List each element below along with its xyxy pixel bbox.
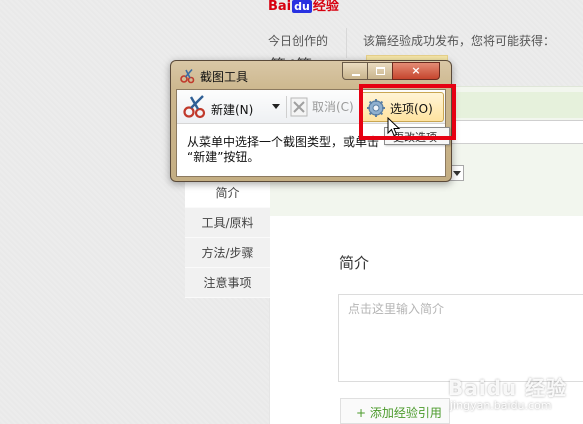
- today-created-label: 今日创作的: [268, 34, 329, 48]
- toolbar-separator: [286, 96, 287, 118]
- logo-du-badge: du: [292, 0, 312, 13]
- snip-hint-text: 从菜单中选择一个截图类型，或单击 “新建”按钮。: [187, 135, 387, 165]
- close-button[interactable]: ×: [392, 62, 440, 80]
- header-divider: [346, 28, 347, 58]
- scissors-icon: [180, 68, 195, 84]
- intro-heading: 简介: [339, 254, 370, 272]
- baidu-watermark: Baidu 经验 jingyan.baidu.com: [448, 372, 583, 424]
- hint-line-1: 从菜单中选择一个截图类型，或单击: [187, 135, 380, 149]
- logo-text: Bai: [268, 0, 292, 14]
- nav-item-intro[interactable]: 简介: [185, 178, 270, 208]
- window-title: 截图工具: [200, 70, 249, 84]
- intro-placeholder: 点击这里输入简介: [348, 302, 445, 316]
- close-icon: ×: [411, 64, 421, 77]
- nav-item-steps[interactable]: 方法/步骤: [185, 238, 270, 268]
- site-logo[interactable]: Bai du 经验: [268, 0, 339, 14]
- maximize-icon: [376, 67, 385, 75]
- new-dropdown-arrow-icon[interactable]: [272, 104, 280, 109]
- minimize-icon: [352, 74, 360, 76]
- mouse-cursor-icon: [387, 117, 401, 137]
- hint-line-2: “新建”按钮。: [187, 150, 260, 164]
- annotation-highlight-box: [359, 84, 456, 140]
- nav-item-tools[interactable]: 工具/原料: [185, 208, 270, 238]
- add-reference-button[interactable]: + 添加经验引用: [340, 398, 450, 424]
- new-snip-button[interactable]: 新建(N): [180, 93, 260, 121]
- cancel-button[interactable]: 取消(C): [312, 98, 354, 115]
- watermark-logo: Baidu 经验: [448, 376, 568, 400]
- new-snip-label: 新建(N): [211, 103, 254, 117]
- minimize-button[interactable]: [342, 62, 368, 80]
- cancel-icon: [290, 97, 308, 117]
- publish-reward-label: 该篇经验成功发布，您将可能获得：: [363, 34, 556, 48]
- maximize-button[interactable]: [367, 62, 393, 80]
- section-nav: 简介 工具/原料 方法/步骤 注意事项: [185, 178, 270, 298]
- window-controls: ×: [342, 62, 446, 80]
- logo-suffix: 经验: [312, 0, 339, 14]
- new-scissors-icon: [183, 95, 206, 119]
- watermark-url: jingyan.baidu.com: [450, 399, 552, 412]
- nav-item-notes[interactable]: 注意事项: [185, 268, 270, 298]
